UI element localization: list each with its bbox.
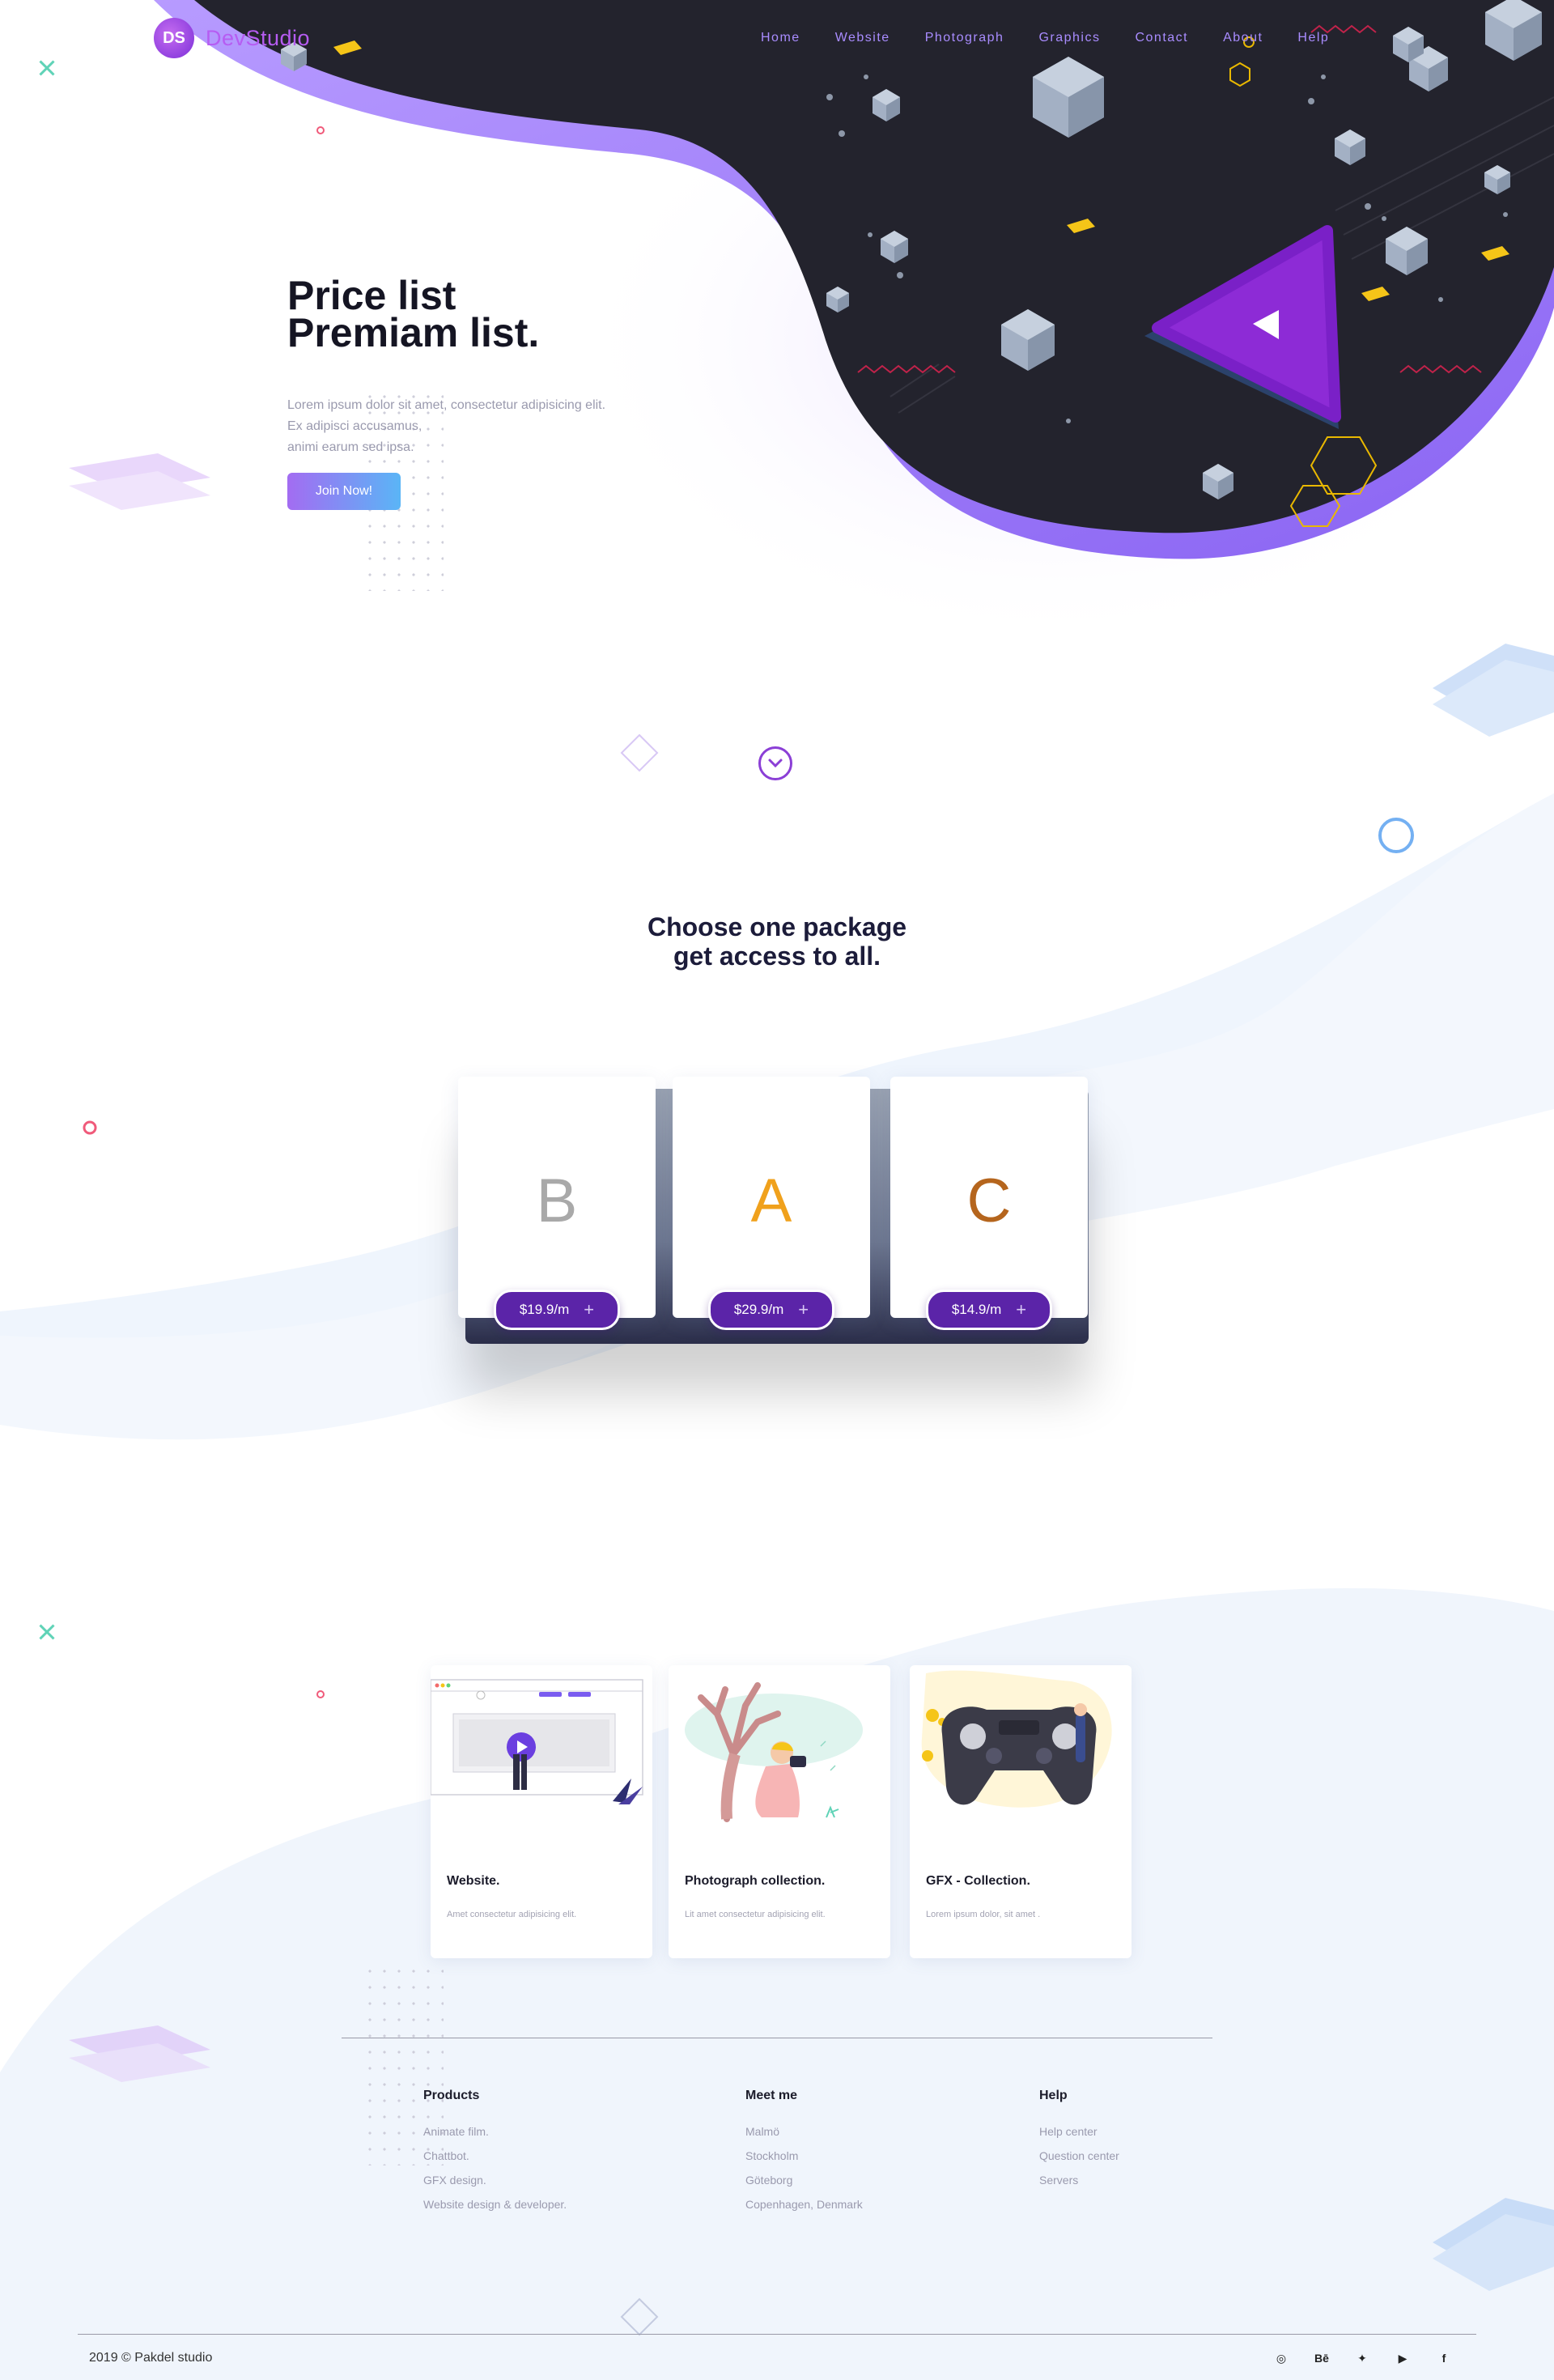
plus-icon: + bbox=[1016, 1299, 1027, 1320]
package-letter: A bbox=[750, 1167, 792, 1235]
nav-contact[interactable]: Contact bbox=[1135, 31, 1188, 45]
youtube-icon[interactable]: ▶ bbox=[1393, 2348, 1412, 2368]
hero-description: Lorem ipsum dolor sit amet, consectetur … bbox=[287, 395, 676, 458]
footer-link[interactable]: Stockholm bbox=[745, 2144, 863, 2168]
service-card-photograph[interactable]: Photograph collection. Lit amet consecte… bbox=[669, 1665, 890, 1958]
packages-title: Choose one package get access to all. bbox=[534, 912, 1020, 971]
facebook-icon[interactable]: f bbox=[1434, 2348, 1454, 2368]
plus-icon: + bbox=[798, 1299, 809, 1320]
website-illustration bbox=[431, 1679, 643, 1804]
nav-help[interactable]: Help bbox=[1297, 31, 1329, 45]
bottom-divider bbox=[78, 2334, 1476, 2335]
footer-heading: Help bbox=[1039, 2089, 1068, 2102]
footer-heading: Meet me bbox=[745, 2089, 798, 2102]
service-desc: Lorem ipsum dolor, sit amet . bbox=[926, 1910, 1041, 1919]
nav-website[interactable]: Website bbox=[835, 31, 890, 45]
photograph-illustration bbox=[685, 1682, 863, 1822]
service-title: Website. bbox=[447, 1874, 500, 1888]
footer-heading: Products bbox=[423, 2089, 480, 2102]
footer-link[interactable]: Malmö bbox=[745, 2119, 863, 2144]
packages-title-line1: Choose one package bbox=[647, 912, 907, 941]
plus-icon: + bbox=[584, 1299, 595, 1320]
service-title: Photograph collection. bbox=[685, 1874, 826, 1888]
gamepad-illustration bbox=[921, 1670, 1112, 1808]
footer-link[interactable]: Question center bbox=[1039, 2144, 1119, 2168]
package-price-button[interactable]: $14.9/m + bbox=[926, 1290, 1052, 1330]
instagram-icon[interactable]: ◎ bbox=[1272, 2348, 1291, 2368]
footer-link[interactable]: Chattbot. bbox=[423, 2144, 567, 2168]
footer-link[interactable]: GFX design. bbox=[423, 2168, 567, 2192]
copyright: 2019 © Pakdel studio bbox=[89, 2351, 213, 2365]
brand-logo[interactable]: DS DevStudio bbox=[154, 18, 310, 58]
footer-link[interactable]: Servers bbox=[1039, 2168, 1119, 2192]
package-price: $19.9/m bbox=[519, 1302, 570, 1317]
package-price: $29.9/m bbox=[733, 1302, 784, 1317]
main-nav: Home Website Photograph Graphics Contact… bbox=[761, 31, 1329, 45]
hero-desc-line1: Lorem ipsum dolor sit amet, consectetur … bbox=[287, 398, 606, 412]
service-desc: Lit amet consectetur adipisicing elit. bbox=[685, 1910, 826, 1919]
package-price-button[interactable]: $19.9/m + bbox=[494, 1290, 620, 1330]
package-price: $14.9/m bbox=[951, 1302, 1002, 1317]
hero-desc-line2: Ex adipisci accusamus, bbox=[287, 419, 422, 433]
logo-mark-icon: DS bbox=[154, 18, 194, 58]
package-letter: C bbox=[966, 1167, 1012, 1235]
footer-link[interactable]: Göteborg bbox=[745, 2168, 863, 2192]
footer-col-meet-me: Meet me Malmö Stockholm Göteborg Copenha… bbox=[745, 2089, 863, 2216]
join-now-button[interactable]: Join Now! bbox=[287, 473, 401, 510]
footer-col-products: Products Animate film. Chattbot. GFX des… bbox=[423, 2089, 567, 2216]
service-desc: Amet consectetur adipisicing elit. bbox=[447, 1910, 577, 1919]
hero-title: Price list Premiam list. bbox=[287, 273, 540, 355]
package-price-button[interactable]: $29.9/m + bbox=[708, 1290, 834, 1330]
footer-link[interactable]: Help center bbox=[1039, 2119, 1119, 2144]
hero-title-line2: Premiam list. bbox=[287, 310, 540, 355]
service-card-website[interactable]: Website. Amet consectetur adipisicing el… bbox=[431, 1665, 652, 1958]
scroll-down-button[interactable] bbox=[758, 746, 792, 780]
package-card-a[interactable]: A $29.9/m + bbox=[673, 1077, 870, 1330]
package-card-c[interactable]: C $14.9/m + bbox=[890, 1077, 1088, 1330]
service-title: GFX - Collection. bbox=[926, 1874, 1030, 1888]
nav-about[interactable]: About bbox=[1223, 31, 1263, 45]
footer-col-help: Help Help center Question center Servers bbox=[1039, 2089, 1119, 2192]
nav-photograph[interactable]: Photograph bbox=[925, 31, 1004, 45]
footer-link[interactable]: Animate film. bbox=[423, 2119, 567, 2144]
hero-title-line1: Price list bbox=[287, 273, 456, 318]
chevron-down-icon bbox=[768, 759, 783, 768]
packages-title-line2: get access to all. bbox=[673, 941, 881, 971]
footer-link[interactable]: Copenhagen, Denmark bbox=[745, 2192, 863, 2216]
twitter-icon[interactable]: ✦ bbox=[1352, 2348, 1372, 2368]
service-card-gfx[interactable]: GFX - Collection. Lorem ipsum dolor, sit… bbox=[910, 1665, 1132, 1958]
hero-desc-line3: animi earum sed ipsa. bbox=[287, 440, 414, 454]
nav-graphics[interactable]: Graphics bbox=[1038, 31, 1100, 45]
package-letter: B bbox=[536, 1167, 578, 1235]
footer-link[interactable]: Website design & developer. bbox=[423, 2192, 567, 2216]
behance-icon[interactable]: Bē bbox=[1312, 2348, 1331, 2368]
brand-name: DevStudio bbox=[206, 25, 311, 50]
package-card-b[interactable]: B $19.9/m + bbox=[458, 1077, 656, 1330]
nav-home[interactable]: Home bbox=[761, 31, 800, 45]
